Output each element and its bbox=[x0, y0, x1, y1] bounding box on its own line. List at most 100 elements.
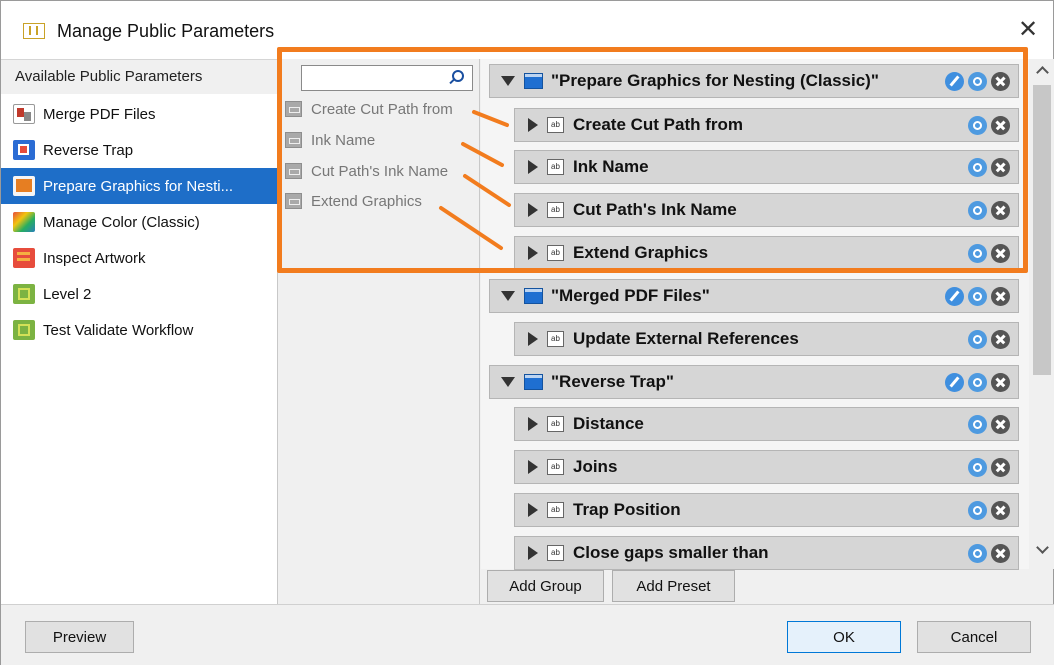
param-label: Close gaps smaller than bbox=[573, 543, 769, 562]
param-row-distance[interactable]: ab Distance bbox=[514, 407, 1019, 441]
remove-icon[interactable] bbox=[991, 200, 1010, 220]
collapse-triangle-icon[interactable] bbox=[501, 291, 515, 301]
preview-button[interactable]: Preview bbox=[25, 621, 134, 653]
target-icon[interactable] bbox=[968, 372, 987, 392]
expand-triangle-icon[interactable] bbox=[528, 246, 538, 260]
remove-icon[interactable] bbox=[991, 286, 1010, 306]
public-parameters-tree: "Prepare Graphics for Nesting (Classic)"… bbox=[481, 59, 1054, 570]
group-row-reverse-trap[interactable]: "Reverse Trap" bbox=[489, 365, 1019, 399]
param-label: Update External References bbox=[573, 329, 799, 348]
param-row-create-cut-path[interactable]: ab Create Cut Path from bbox=[514, 108, 1019, 142]
workflow-item-label: Reverse Trap bbox=[43, 141, 134, 159]
workflow-item-prepare-graphics[interactable]: Prepare Graphics for Nesti... bbox=[1, 168, 277, 204]
workflow-item-level-2[interactable]: Level 2 bbox=[1, 276, 277, 312]
param-item-label: Extend Graphics bbox=[311, 192, 422, 210]
expand-triangle-icon[interactable] bbox=[528, 118, 538, 132]
expand-triangle-icon[interactable] bbox=[528, 460, 538, 474]
remove-icon[interactable] bbox=[991, 157, 1010, 177]
target-icon[interactable] bbox=[968, 329, 987, 349]
reverse-trap-icon bbox=[13, 140, 35, 160]
remove-icon[interactable] bbox=[991, 71, 1010, 91]
target-icon[interactable] bbox=[968, 286, 987, 306]
available-parameters-panel: Available Public Parameters Merge PDF Fi… bbox=[1, 59, 278, 604]
remove-icon[interactable] bbox=[991, 414, 1010, 434]
param-label: Create Cut Path from bbox=[573, 115, 744, 134]
param-row-cut-path-ink-name[interactable]: ab Cut Path's Ink Name bbox=[514, 193, 1019, 227]
text-param-icon bbox=[285, 101, 302, 117]
workflow-item-inspect-artwork[interactable]: Inspect Artwork bbox=[1, 240, 277, 276]
dialog-app-icon bbox=[23, 23, 45, 39]
param-item-label: Cut Path's Ink Name bbox=[311, 162, 449, 180]
scroll-up-icon[interactable] bbox=[1035, 65, 1049, 79]
text-param-icon bbox=[285, 132, 302, 148]
target-icon[interactable] bbox=[968, 157, 987, 177]
expand-triangle-icon[interactable] bbox=[528, 332, 538, 346]
target-icon[interactable] bbox=[968, 500, 987, 520]
param-item-create-cut-path[interactable]: Create Cut Path from bbox=[285, 97, 453, 121]
workflow-item-merge-pdf[interactable]: Merge PDF Files bbox=[1, 96, 277, 132]
workflow-item-label: Level 2 bbox=[43, 285, 92, 303]
expand-triangle-icon[interactable] bbox=[528, 203, 538, 217]
ok-button[interactable]: OK bbox=[787, 621, 901, 653]
target-icon[interactable] bbox=[968, 543, 987, 563]
expand-triangle-icon[interactable] bbox=[528, 417, 538, 431]
group-row-merged-pdf[interactable]: "Merged PDF Files" bbox=[489, 279, 1019, 313]
target-icon[interactable] bbox=[968, 71, 987, 91]
group-row-prepare-graphics[interactable]: "Prepare Graphics for Nesting (Classic)" bbox=[489, 64, 1019, 98]
add-preset-button[interactable]: Add Preset bbox=[612, 570, 735, 602]
param-item-label: Ink Name bbox=[311, 131, 376, 149]
expand-triangle-icon[interactable] bbox=[528, 160, 538, 174]
nesting-icon bbox=[13, 176, 35, 196]
workflow-group-icon bbox=[524, 288, 543, 304]
param-row-update-external-references[interactable]: ab Update External References bbox=[514, 322, 1019, 356]
remove-icon[interactable] bbox=[991, 543, 1010, 563]
expand-triangle-icon[interactable] bbox=[528, 546, 538, 560]
group-label: "Merged PDF Files" bbox=[551, 286, 710, 305]
target-icon[interactable] bbox=[968, 115, 987, 135]
close-icon[interactable]: ✕ bbox=[1015, 17, 1041, 43]
param-row-joins[interactable]: ab Joins bbox=[514, 450, 1019, 484]
param-item-cut-path-ink-name[interactable]: Cut Path's Ink Name bbox=[285, 159, 448, 183]
remove-icon[interactable] bbox=[991, 115, 1010, 135]
param-label: Ink Name bbox=[573, 157, 649, 176]
edit-icon[interactable] bbox=[945, 286, 964, 306]
search-input[interactable] bbox=[301, 65, 473, 91]
target-icon[interactable] bbox=[968, 457, 987, 477]
workflow-item-label: Prepare Graphics for Nesti... bbox=[43, 177, 234, 195]
remove-icon[interactable] bbox=[991, 457, 1010, 477]
tree-scrollbar[interactable] bbox=[1029, 59, 1054, 569]
collapse-triangle-icon[interactable] bbox=[501, 76, 515, 86]
target-icon[interactable] bbox=[968, 414, 987, 434]
param-item-label: Create Cut Path from bbox=[311, 100, 453, 118]
expand-triangle-icon[interactable] bbox=[528, 503, 538, 517]
remove-icon[interactable] bbox=[991, 243, 1010, 263]
workflow-list: Merge PDF Files Reverse Trap Prepare Gra… bbox=[1, 96, 277, 348]
param-row-ink-name[interactable]: ab Ink Name bbox=[514, 150, 1019, 184]
param-row-extend-graphics[interactable]: ab Extend Graphics bbox=[514, 236, 1019, 270]
remove-icon[interactable] bbox=[991, 372, 1010, 392]
workflow-item-test-validate[interactable]: Test Validate Workflow bbox=[1, 312, 277, 348]
color-icon bbox=[13, 212, 35, 232]
target-icon[interactable] bbox=[968, 243, 987, 263]
target-icon[interactable] bbox=[968, 200, 987, 220]
search-icon[interactable] bbox=[452, 70, 464, 82]
param-item-ink-name[interactable]: Ink Name bbox=[285, 128, 375, 152]
text-param-icon: ab bbox=[547, 202, 564, 218]
workflow-item-manage-color[interactable]: Manage Color (Classic) bbox=[1, 204, 277, 240]
param-row-trap-position[interactable]: ab Trap Position bbox=[514, 493, 1019, 527]
param-label: Cut Path's Ink Name bbox=[573, 200, 737, 219]
remove-icon[interactable] bbox=[991, 329, 1010, 349]
param-item-extend-graphics[interactable]: Extend Graphics bbox=[285, 189, 422, 213]
dialog-title: Manage Public Parameters bbox=[57, 21, 275, 41]
workflow-item-reverse-trap[interactable]: Reverse Trap bbox=[1, 132, 277, 168]
add-group-button[interactable]: Add Group bbox=[487, 570, 604, 602]
collapse-triangle-icon[interactable] bbox=[501, 377, 515, 387]
remove-icon[interactable] bbox=[991, 500, 1010, 520]
param-row-close-gaps[interactable]: ab Close gaps smaller than bbox=[514, 536, 1019, 570]
edit-icon[interactable] bbox=[945, 71, 964, 91]
edit-icon[interactable] bbox=[945, 372, 964, 392]
cancel-button[interactable]: Cancel bbox=[917, 621, 1031, 653]
scroll-thumb[interactable] bbox=[1033, 85, 1051, 375]
param-label: Trap Position bbox=[573, 500, 681, 519]
scroll-down-icon[interactable] bbox=[1035, 543, 1049, 557]
